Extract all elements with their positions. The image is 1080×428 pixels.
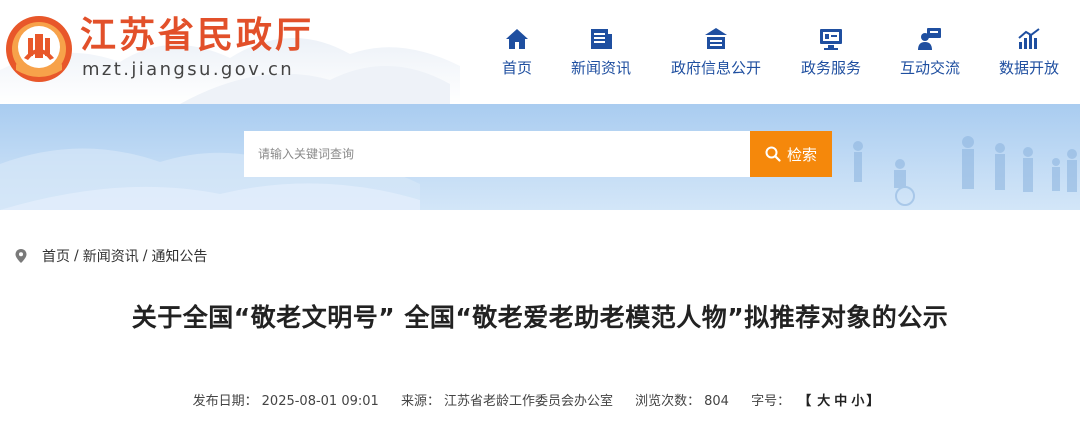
interaction-icon bbox=[918, 28, 941, 50]
home-icon bbox=[506, 29, 528, 49]
nav-label-news: 新闻资讯 bbox=[570, 59, 631, 77]
nav-label-service: 政务服务 bbox=[800, 59, 861, 77]
article-meta: 发布日期： 2025-08-01 09:01 来源： 江苏省老龄工作委员会办公室 浏… bbox=[0, 392, 1080, 412]
bracket-close: 】 bbox=[866, 394, 880, 409]
search-banner: 检索 bbox=[0, 104, 1080, 210]
news-icon bbox=[591, 29, 612, 49]
source-value: 江苏省老龄工作委员会办公室 bbox=[443, 394, 613, 409]
nav-item-interaction[interactable]: 互动交流 bbox=[895, 26, 965, 86]
site-header: 江苏省民政厅 mzt.jiangsu.gov.cn 首页 新闻资讯 政府信息公开… bbox=[0, 0, 1080, 104]
article-title: 关于全国“敬老文明号” 全国“敬老爱老助老模范人物”拟推荐对象的公示 bbox=[131, 303, 949, 332]
main-nav: 首页 新闻资讯 政府信息公开 政务服务 互动交流 数据开放 bbox=[0, 0, 1080, 104]
font-size-small[interactable]: 小 bbox=[851, 394, 864, 409]
nav-item-news[interactable]: 新闻资讯 bbox=[566, 26, 636, 86]
search-icon bbox=[765, 146, 781, 162]
service-icon bbox=[820, 29, 842, 50]
font-size-label: 字号： bbox=[751, 394, 791, 409]
search-button-label: 检索 bbox=[786, 145, 817, 164]
views-label: 浏览次数： bbox=[635, 394, 701, 409]
nav-label-data: 数据开放 bbox=[998, 59, 1059, 77]
breadcrumb-separator: / bbox=[74, 248, 79, 264]
data-icon bbox=[1018, 28, 1040, 49]
search-input[interactable] bbox=[244, 131, 750, 177]
nav-label-interaction: 互动交流 bbox=[899, 59, 960, 77]
breadcrumb-notices[interactable]: 通知公告 bbox=[151, 246, 207, 266]
font-size-controls: 【大中小】 bbox=[798, 394, 883, 409]
gov-info-icon bbox=[705, 28, 727, 49]
search-button[interactable]: 检索 bbox=[750, 131, 832, 177]
views-value: 804 bbox=[704, 394, 729, 409]
nav-item-service[interactable]: 政务服务 bbox=[796, 26, 866, 86]
publish-date-label: 发布日期： bbox=[192, 394, 258, 409]
nav-item-data[interactable]: 数据开放 bbox=[994, 26, 1064, 86]
breadcrumb-news[interactable]: 新闻资讯 bbox=[83, 246, 139, 266]
breadcrumb-home[interactable]: 首页 bbox=[42, 246, 70, 266]
breadcrumb: 首页 / 新闻资讯 / 通知公告 bbox=[14, 246, 207, 266]
bracket-open: 【 bbox=[798, 394, 812, 409]
publish-date-value: 2025-08-01 09:01 bbox=[261, 394, 379, 409]
font-size-medium[interactable]: 中 bbox=[834, 394, 847, 409]
nav-label-gov-info: 政府信息公开 bbox=[670, 59, 761, 77]
font-size-large[interactable]: 大 bbox=[817, 394, 830, 409]
nav-item-gov-info[interactable]: 政府信息公开 bbox=[666, 26, 766, 86]
location-pin-icon bbox=[15, 249, 27, 263]
source-label: 来源： bbox=[400, 394, 440, 409]
breadcrumb-separator: / bbox=[142, 248, 148, 264]
nav-item-home[interactable]: 首页 bbox=[497, 26, 537, 86]
nav-label-home: 首页 bbox=[501, 59, 532, 77]
